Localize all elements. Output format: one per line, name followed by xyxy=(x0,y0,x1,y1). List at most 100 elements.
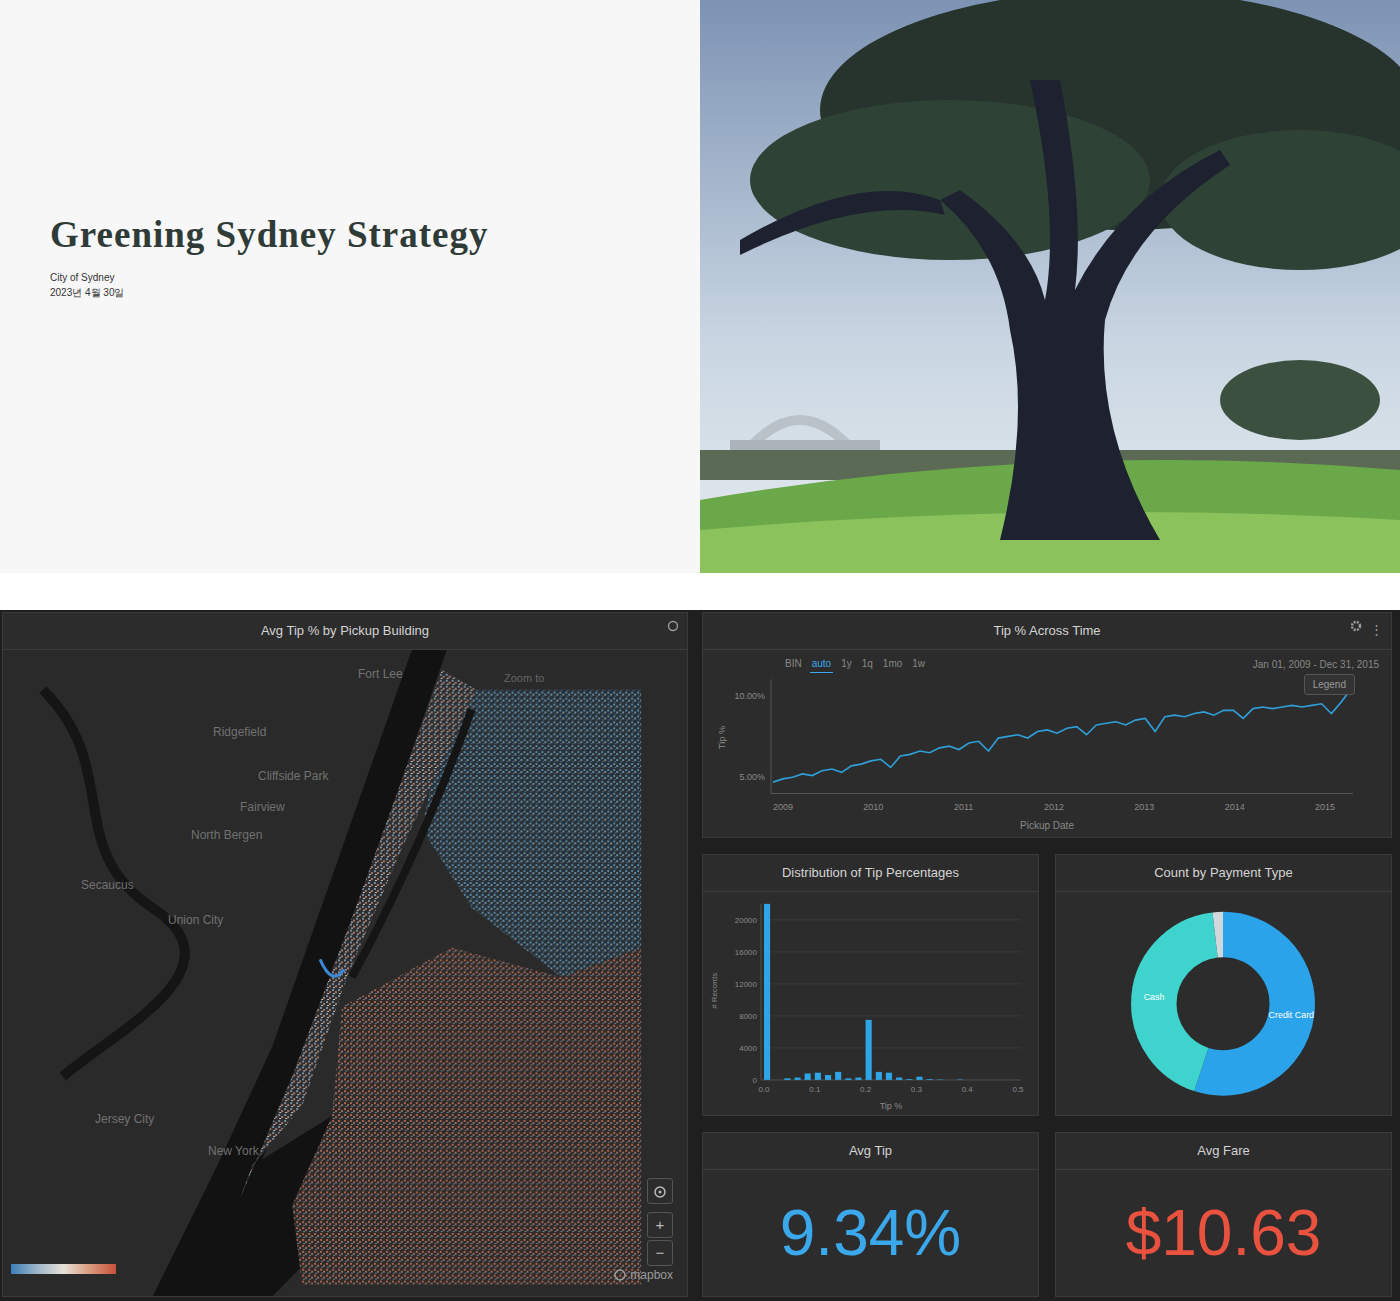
bin-option[interactable]: auto xyxy=(810,656,833,673)
slice-label: Credit Card xyxy=(1269,1009,1315,1019)
legend-button[interactable]: Legend xyxy=(1304,674,1355,695)
attribution-text: mapbox xyxy=(630,1266,673,1284)
x-tick: 2013 xyxy=(1134,802,1154,812)
payment-slice[interactable] xyxy=(1154,934,1292,1072)
crosshair-icon xyxy=(653,1185,667,1199)
histogram-bar xyxy=(937,1079,943,1080)
y-axis xyxy=(761,903,762,1079)
bin-label: BIN xyxy=(783,656,804,673)
histogram-bar xyxy=(896,1077,902,1079)
histogram-bar xyxy=(835,1071,841,1079)
x-tick: 0.3 xyxy=(911,1084,923,1093)
locate-button[interactable] xyxy=(647,1178,673,1204)
y-axis-title: # Records xyxy=(710,972,719,1008)
slide-title: Greening Sydney Strategy xyxy=(50,213,700,257)
x-tick: 0.2 xyxy=(860,1084,872,1093)
y-tick: 5.00% xyxy=(740,772,765,782)
tip-time-panel: Tip % Across Time ⋮ BIN auto 1y 1q 1mo 1w Jan 01… xyxy=(702,612,1392,838)
brooklyn xyxy=(292,947,641,1284)
stat-value: $10.63 xyxy=(1056,1170,1391,1297)
mapbox-logo-icon xyxy=(614,1269,626,1281)
histogram-bar xyxy=(988,1079,994,1080)
payment-slice[interactable] xyxy=(1154,934,1292,1072)
stat-card: Avg Tip9.34% xyxy=(702,1132,1039,1297)
panel-title: Count by Payment Type xyxy=(1154,865,1293,880)
payment-type-panel: Count by Payment Type Credit CardCash xyxy=(1055,854,1392,1116)
grid-line xyxy=(761,1047,1021,1048)
y-tick: 0 xyxy=(753,1075,758,1084)
zoom-out-button[interactable]: − xyxy=(647,1240,673,1266)
tip-tools: ⋮ xyxy=(1350,620,1383,640)
histogram-bar xyxy=(845,1078,851,1080)
y-tick: 8000 xyxy=(739,1011,757,1020)
bin-options: BIN auto 1y 1q 1mo 1w xyxy=(783,656,927,673)
histogram-bar xyxy=(947,1079,953,1080)
x-tick: 2009 xyxy=(773,802,793,812)
histogram-bar xyxy=(825,1075,831,1080)
x-tick: 2011 xyxy=(954,802,973,812)
map[interactable]: Fort LeeRidgefieldCliffside ParkFairview… xyxy=(3,650,687,1297)
grid-line xyxy=(761,1015,1021,1016)
histogram-bar xyxy=(886,1072,892,1079)
histogram-bar xyxy=(977,1079,983,1080)
bin-option[interactable]: 1mo xyxy=(881,656,904,673)
tip-chart-area: BIN auto 1y 1q 1mo 1w Jan 01, 2009 - Dec 31, 2… xyxy=(703,650,1391,838)
map-place-label: Jersey City xyxy=(95,1110,154,1128)
histogram-bar xyxy=(805,1073,811,1079)
map-place-label: New York xyxy=(208,1142,259,1160)
histogram-bar xyxy=(876,1071,882,1079)
panel-header: Distribution of Tip Percentages xyxy=(703,855,1038,892)
grid-line xyxy=(761,983,1021,984)
x-tick: 0.4 xyxy=(962,1084,974,1093)
map-place-label: Secaucus xyxy=(81,876,134,894)
slide-date: 2023년 4월 30일 xyxy=(50,285,700,300)
x-tick: 2014 xyxy=(1225,802,1245,812)
line-chart: 10.00%5.00%Tip %200920102011201220132014… xyxy=(703,673,1391,819)
histogram-bar xyxy=(1008,1079,1014,1080)
color-legend xyxy=(11,1264,116,1274)
zoom-to-field[interactable]: Zoom to xyxy=(498,668,550,689)
x-tick: 0.5 xyxy=(1012,1084,1024,1093)
date-range[interactable]: Jan 01, 2009 - Dec 31, 2015 xyxy=(1253,657,1379,672)
tip-line xyxy=(773,689,1351,782)
histogram-bar xyxy=(815,1072,821,1079)
x-tick: 0.0 xyxy=(758,1084,770,1093)
histogram-bar xyxy=(764,903,770,1079)
east-river xyxy=(352,709,472,977)
histogram-bar xyxy=(927,1078,933,1080)
grid-line xyxy=(761,951,1021,952)
payment-slice[interactable] xyxy=(1154,934,1292,1072)
histogram-bar xyxy=(774,1079,780,1080)
donut-chart: Credit CardCash xyxy=(1056,892,1391,1116)
bin-option[interactable]: 1q xyxy=(860,656,875,673)
bin-option[interactable]: 1y xyxy=(839,656,854,673)
map-canvas xyxy=(3,650,687,1297)
x-axis-title: Pickup Date xyxy=(703,818,1391,837)
panel-title: Tip % Across Time xyxy=(993,623,1100,638)
histogram-bar xyxy=(967,1079,973,1080)
map-settings-icon xyxy=(667,620,679,632)
route xyxy=(320,959,344,976)
y-tick: 16000 xyxy=(735,947,758,956)
panel-header: Avg Tip % by Pickup Building xyxy=(3,613,687,650)
x-tick: 2010 xyxy=(863,802,883,812)
x-tick: 2015 xyxy=(1315,802,1335,812)
tip-distribution-panel: Distribution of Tip Percentages040008000… xyxy=(702,854,1039,1116)
river xyxy=(43,689,185,1076)
x-axis xyxy=(771,793,1353,794)
y-tick: 20000 xyxy=(735,915,758,924)
x-tick: 0.1 xyxy=(809,1084,821,1093)
stat-value: 9.34% xyxy=(703,1170,1038,1297)
line-chart-svg: 10.00%5.00%Tip %200920102011201220132014… xyxy=(703,673,1391,819)
map-panel: Avg Tip % by Pickup BuildingFort LeeRidg… xyxy=(2,612,688,1297)
tree-photo xyxy=(700,0,1400,573)
zoom-in-button[interactable]: + xyxy=(647,1212,673,1238)
x-tick: 2012 xyxy=(1044,802,1064,812)
title-slide: Greening Sydney StrategyCity of Sydney20… xyxy=(0,0,700,573)
map-place-label: Union City xyxy=(168,911,223,929)
bin-option[interactable]: 1w xyxy=(910,656,927,673)
grid-line xyxy=(761,919,1021,920)
map-attribution: mapbox xyxy=(614,1266,673,1284)
map-tools xyxy=(667,620,679,632)
menu-button[interactable]: ⋮ xyxy=(1370,620,1383,640)
